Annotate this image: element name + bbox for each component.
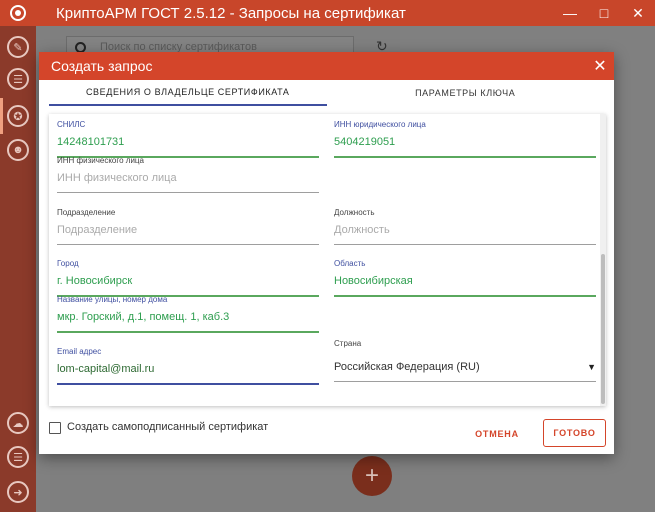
dropdown-caret-icon[interactable]: ▼ xyxy=(587,359,596,375)
inn-legal-value: 5404219051 xyxy=(334,136,396,148)
owner-form: СНИЛС 14248101731 ИНН юридического лица … xyxy=(49,114,606,406)
journal-icon[interactable]: ☰ xyxy=(7,446,29,468)
scrollbar-thumb[interactable] xyxy=(601,254,605,404)
dialog-tabs: СВЕДЕНИЯ О ВЛАДЕЛЬЦЕ СЕРТИФИКАТА ПАРАМЕТ… xyxy=(49,80,604,106)
region-value: Новосибирская xyxy=(334,275,413,287)
snils-field[interactable]: СНИЛС 14248101731 xyxy=(57,120,319,158)
street-label: Название улицы, номер дома xyxy=(57,295,168,304)
country-underline xyxy=(334,381,596,382)
app-logo-icon xyxy=(0,0,36,26)
dialog-footer: Создать самоподписанный сертификат ОТМЕН… xyxy=(39,412,614,454)
dialog-title: Создать запрос xyxy=(51,58,153,74)
city-value: г. Новосибирск xyxy=(57,275,133,287)
window-title: КриптоАРМ ГОСТ 2.5.12 - Запросы на серти… xyxy=(56,4,406,22)
self-signed-label[interactable]: Создать самоподписанный сертификат xyxy=(67,421,268,433)
sidebar-active-indicator xyxy=(0,98,3,134)
title-bar: КриптоАРМ ГОСТ 2.5.12 - Запросы на серти… xyxy=(0,0,655,26)
country-value: Российская Федерация (RU) xyxy=(334,361,480,373)
tab-owner-info[interactable]: СВЕДЕНИЯ О ВЛАДЕЛЬЦЕ СЕРТИФИКАТА xyxy=(49,80,327,106)
inn-legal-underline xyxy=(334,156,596,158)
department-label: Подразделение xyxy=(57,208,116,217)
position-placeholder: Должность xyxy=(334,224,390,236)
sign-icon[interactable]: ✎ xyxy=(7,36,29,58)
dialog-header: Создать запрос ✕ xyxy=(39,52,614,80)
inn-person-label: ИНН физического лица xyxy=(57,156,144,165)
region-underline xyxy=(334,295,596,297)
country-value-row: Российская Федерация (RU) ▼ xyxy=(334,359,596,375)
search-icon xyxy=(75,41,86,53)
cloud-icon[interactable]: ☁ xyxy=(7,412,29,434)
dialog-close-icon[interactable]: ✕ xyxy=(586,52,614,80)
email-underline xyxy=(57,383,319,385)
email-value: lom-capital@mail.ru xyxy=(57,363,155,375)
department-field[interactable]: Подразделение Подразделение xyxy=(57,208,319,245)
form-scrollbar[interactable] xyxy=(600,114,606,406)
country-select[interactable]: Страна Российская Федерация (RU) ▼ xyxy=(334,339,596,382)
self-signed-checkbox[interactable] xyxy=(49,422,61,434)
create-request-dialog: Создать запрос ✕ СВЕДЕНИЯ О ВЛАДЕЛЬЦЕ СЕ… xyxy=(39,52,614,454)
tab-key-params[interactable]: ПАРАМЕТРЫ КЛЮЧА xyxy=(327,80,605,106)
region-field[interactable]: Область Новосибирская xyxy=(334,259,596,297)
snils-value: 14248101731 xyxy=(57,136,125,148)
certificate-requests-icon[interactable]: ✪ xyxy=(7,105,29,127)
inn-person-underline xyxy=(57,192,319,193)
city-label: Город xyxy=(57,259,79,268)
email-field[interactable]: Email адрес lom-capital@mail.ru xyxy=(57,347,319,385)
documents-icon[interactable]: ☰ xyxy=(7,68,29,90)
exit-icon[interactable]: ➜ xyxy=(7,481,29,503)
inn-legal-label: ИНН юридического лица xyxy=(334,120,426,129)
snils-label: СНИЛС xyxy=(57,120,86,129)
department-placeholder: Подразделение xyxy=(57,224,138,236)
email-label: Email адрес xyxy=(57,347,102,356)
done-button[interactable]: ГОТОВО xyxy=(543,419,606,447)
region-label: Область xyxy=(334,259,366,268)
inn-person-field[interactable]: ИНН физического лица ИНН физического лиц… xyxy=(57,156,319,193)
inn-legal-field[interactable]: ИНН юридического лица 5404219051 xyxy=(334,120,596,158)
street-value: мкр. Горский, д.1, помещ. 1, каб.3 xyxy=(57,311,230,323)
position-label: Должность xyxy=(334,208,375,217)
city-field[interactable]: Город г. Новосибирск xyxy=(57,259,319,297)
sidebar: ✎ ☰ ✪ ☻ ☁ ☰ ➜ xyxy=(0,26,36,512)
maximize-icon[interactable]: □ xyxy=(587,0,621,26)
minimize-icon[interactable]: — xyxy=(553,0,587,26)
street-field[interactable]: Название улицы, номер дома мкр. Горский,… xyxy=(57,295,319,333)
contacts-icon[interactable]: ☻ xyxy=(7,139,29,161)
street-underline xyxy=(57,331,319,333)
add-request-button[interactable]: + xyxy=(352,456,392,496)
inn-person-placeholder: ИНН физического лица xyxy=(57,172,177,184)
close-icon[interactable]: ✕ xyxy=(621,0,655,26)
position-field[interactable]: Должность Должность xyxy=(334,208,596,245)
department-underline xyxy=(57,244,319,245)
position-underline xyxy=(334,244,596,245)
country-label: Страна xyxy=(334,339,362,348)
cancel-button[interactable]: ОТМЕНА xyxy=(469,420,525,448)
